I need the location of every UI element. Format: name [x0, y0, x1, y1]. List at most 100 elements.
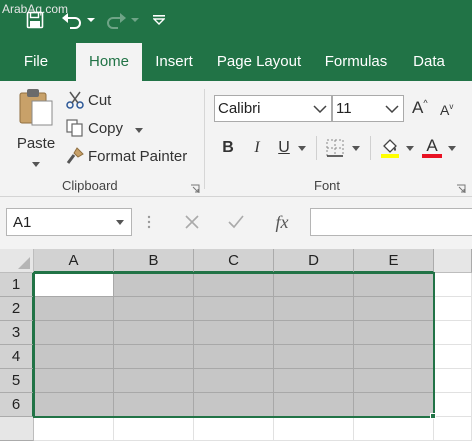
- cell[interactable]: [434, 417, 472, 441]
- row-header-3[interactable]: 3: [0, 321, 34, 345]
- grow-font-button[interactable]: A ^: [412, 97, 428, 119]
- column-header-a[interactable]: A: [34, 249, 114, 273]
- fill-color-icon[interactable]: [378, 136, 402, 160]
- tab-page-layout[interactable]: Page Layout: [212, 43, 306, 81]
- column-header-e[interactable]: E: [354, 249, 434, 273]
- row-header-1[interactable]: 1: [0, 273, 34, 297]
- copy-dropdown-icon[interactable]: [135, 120, 144, 137]
- bold-button[interactable]: B: [218, 136, 238, 160]
- cell[interactable]: [434, 369, 472, 393]
- underline-button[interactable]: U: [274, 136, 294, 160]
- cell[interactable]: [194, 417, 274, 441]
- cell[interactable]: [114, 393, 194, 417]
- undo-icon[interactable]: [60, 8, 84, 32]
- font-family-combo[interactable]: Calibri: [214, 95, 332, 122]
- borders-dropdown-icon[interactable]: [350, 136, 362, 160]
- cell[interactable]: [34, 369, 114, 393]
- cell[interactable]: [114, 369, 194, 393]
- fill-color-dropdown-icon[interactable]: [404, 136, 416, 160]
- underline-dropdown-icon[interactable]: [296, 136, 308, 160]
- row-header-4[interactable]: 4: [0, 345, 34, 369]
- font-color-button[interactable]: A: [420, 136, 444, 160]
- tab-formulas[interactable]: Formulas: [318, 43, 394, 81]
- cell[interactable]: [194, 393, 274, 417]
- column-header-d[interactable]: D: [274, 249, 354, 273]
- active-cell[interactable]: [34, 273, 114, 297]
- cell[interactable]: [354, 417, 434, 441]
- cell[interactable]: [114, 273, 194, 297]
- cell[interactable]: [114, 321, 194, 345]
- cell[interactable]: [354, 321, 434, 345]
- save-icon[interactable]: [24, 8, 46, 32]
- cell[interactable]: [34, 393, 114, 417]
- cell[interactable]: [274, 417, 354, 441]
- format-painter-button[interactable]: Format Painter: [66, 145, 187, 167]
- undo-dropdown-icon[interactable]: [86, 8, 96, 32]
- cell[interactable]: [434, 321, 472, 345]
- clipboard-launcher-icon[interactable]: [190, 181, 200, 193]
- italic-button[interactable]: I: [248, 136, 266, 160]
- column-header-c[interactable]: C: [194, 249, 274, 273]
- font-color-dropdown-icon[interactable]: [446, 136, 458, 160]
- cell[interactable]: [354, 345, 434, 369]
- row-header-5[interactable]: 5: [0, 369, 34, 393]
- borders-icon[interactable]: [324, 136, 346, 160]
- tab-insert[interactable]: Insert: [148, 43, 200, 81]
- enter-icon[interactable]: [222, 208, 250, 236]
- row-header-6[interactable]: 6: [0, 393, 34, 417]
- cell[interactable]: [434, 273, 472, 297]
- cell[interactable]: [34, 321, 114, 345]
- shrink-font-button[interactable]: A v: [440, 99, 453, 121]
- paste-dropdown-icon[interactable]: [32, 154, 40, 171]
- cell[interactable]: [354, 297, 434, 321]
- cell[interactable]: [194, 345, 274, 369]
- select-all-corner[interactable]: [0, 249, 34, 273]
- cell[interactable]: [114, 297, 194, 321]
- cell[interactable]: [434, 297, 472, 321]
- cell[interactable]: [354, 273, 434, 297]
- cell[interactable]: [354, 369, 434, 393]
- copy-button[interactable]: Copy: [66, 117, 144, 139]
- cell[interactable]: [34, 345, 114, 369]
- cell[interactable]: [354, 393, 434, 417]
- paste-button[interactable]: Paste: [14, 87, 58, 171]
- cell[interactable]: [434, 345, 472, 369]
- formula-input[interactable]: [310, 208, 472, 236]
- cell[interactable]: [194, 321, 274, 345]
- cell[interactable]: [274, 393, 354, 417]
- customize-qat-icon[interactable]: [152, 8, 166, 32]
- cell[interactable]: [194, 297, 274, 321]
- fill-handle[interactable]: [430, 413, 436, 419]
- cell[interactable]: [34, 297, 114, 321]
- font-launcher-icon[interactable]: [456, 181, 466, 193]
- row-header-7[interactable]: [0, 417, 34, 441]
- redo-icon[interactable]: [104, 8, 128, 32]
- cell[interactable]: [194, 273, 274, 297]
- insert-function-button[interactable]: fx: [266, 208, 298, 236]
- cell[interactable]: [434, 393, 472, 417]
- cell[interactable]: [194, 369, 274, 393]
- font-size-combo[interactable]: 11: [332, 95, 404, 122]
- cell[interactable]: [114, 345, 194, 369]
- cell[interactable]: [34, 417, 114, 441]
- chevron-down-icon[interactable]: [381, 104, 403, 113]
- cancel-icon[interactable]: [178, 208, 206, 236]
- cell[interactable]: [274, 297, 354, 321]
- tab-home[interactable]: Home: [76, 43, 142, 81]
- chevron-down-icon[interactable]: [309, 104, 331, 113]
- cell[interactable]: [114, 417, 194, 441]
- cell[interactable]: [274, 273, 354, 297]
- tab-data[interactable]: Data: [404, 43, 454, 81]
- row-header-2[interactable]: 2: [0, 297, 34, 321]
- redo-dropdown-icon[interactable]: [130, 8, 140, 32]
- tab-file[interactable]: File: [12, 43, 60, 81]
- cut-button[interactable]: Cut: [66, 89, 111, 111]
- name-box[interactable]: A1: [6, 208, 132, 236]
- cell[interactable]: [274, 321, 354, 345]
- column-header-b[interactable]: B: [114, 249, 194, 273]
- column-header-f[interactable]: [434, 249, 472, 273]
- cell[interactable]: [274, 369, 354, 393]
- drag-handle-icon[interactable]: [146, 208, 152, 236]
- name-box-dropdown-icon[interactable]: [109, 219, 131, 225]
- cell[interactable]: [274, 345, 354, 369]
